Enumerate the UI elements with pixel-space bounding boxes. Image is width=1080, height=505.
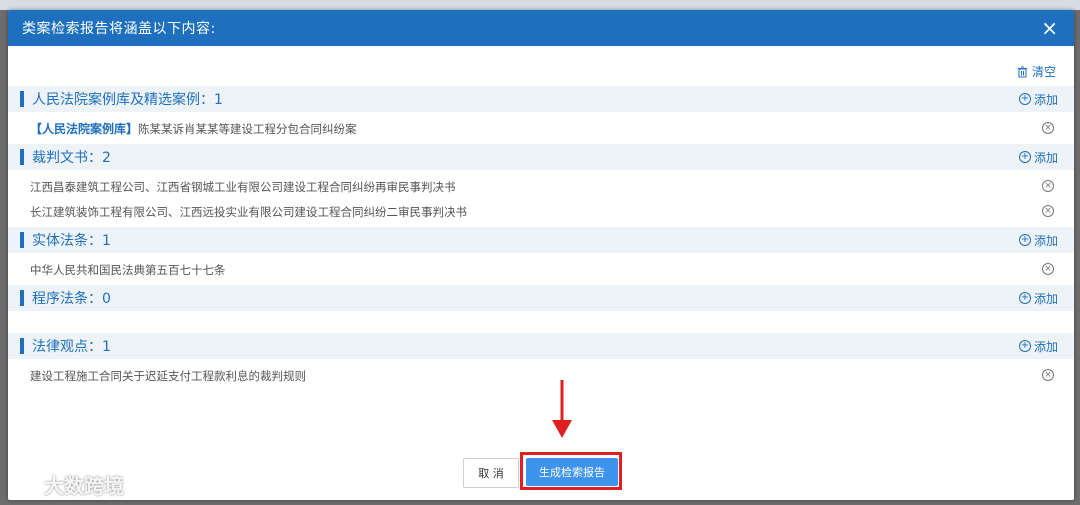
section-bar	[20, 91, 24, 107]
section-header: 实体法条：1 + 添加	[8, 227, 1074, 253]
remove-circle-icon[interactable]: ×	[1042, 262, 1054, 275]
add-button[interactable]: + 添加	[1018, 149, 1058, 166]
section-items: 建设工程施工合同关于迟延支付工程款利息的裁判规则 ×	[8, 359, 1074, 391]
add-label: 添加	[1033, 233, 1058, 248]
section-header: 人民法院案例库及精选案例：1 + 添加	[8, 86, 1074, 112]
sections-list: 人民法院案例库及精选案例：1 + 添加 【人民法院案例库】陈某某诉肖某某等建设工程分包…	[8, 86, 1074, 391]
add-label: 添加	[1033, 339, 1058, 354]
section-title-wrap: 实体法条：1	[20, 230, 111, 250]
remove-circle-icon[interactable]: ×	[1042, 368, 1054, 381]
modal-footer: 取 消 生成检索报告	[8, 450, 1074, 500]
section-title: 人民法院案例库及精选案例：1	[32, 92, 223, 108]
section-items	[8, 311, 1074, 333]
section-header: 程序法条：0 + 添加	[8, 285, 1074, 311]
section-items: 【人民法院案例库】陈某某诉肖某某等建设工程分包合同纠纷案 ×	[8, 112, 1074, 144]
add-label: 添加	[1033, 150, 1058, 165]
item-text: 长江建筑装饰工程有限公司、江西远投实业有限公司建设工程合同纠纷二审民事判决书	[30, 205, 467, 219]
watermark-text: 大数跨境	[44, 474, 124, 498]
watermark-logo-icon	[8, 475, 39, 493]
section-title: 法律观点：1	[32, 339, 111, 355]
item-text: 建设工程施工合同关于迟延支付工程款利息的裁判规则	[30, 369, 306, 383]
plus-circle-icon: +	[1018, 151, 1031, 163]
generate-report-button[interactable]: 生成检索报告	[526, 458, 618, 486]
add-button[interactable]: + 添加	[1018, 91, 1058, 108]
item-content: 江西昌泰建筑工程公司、江西省钢城工业有限公司建设工程合同纠纷再审民事判决书	[30, 176, 456, 195]
cancel-button[interactable]: 取 消	[463, 458, 519, 488]
item-text: 中华人民共和国民法典第五百七十七条	[30, 263, 226, 277]
close-icon[interactable]: ×	[1041, 18, 1058, 38]
page-backdrop	[0, 0, 1080, 10]
add-button[interactable]: + 添加	[1018, 232, 1058, 249]
item-text: 江西昌泰建筑工程公司、江西省钢城工业有限公司建设工程合同纠纷再审民事判决书	[30, 180, 456, 194]
item-content: 中华人民共和国民法典第五百七十七条	[30, 259, 226, 278]
list-item: 建设工程施工合同关于迟延支付工程款利息的裁判规则 ×	[8, 362, 1074, 387]
add-label: 添加	[1033, 92, 1058, 107]
section-header: 法律观点：1 + 添加	[8, 333, 1074, 359]
remove-circle-icon[interactable]: ×	[1042, 179, 1054, 192]
watermark: 大数跨境	[8, 470, 124, 499]
section-title-wrap: 人民法院案例库及精选案例：1	[20, 89, 223, 109]
item-content: 【人民法院案例库】陈某某诉肖某某等建设工程分包合同纠纷案	[30, 118, 357, 137]
section-items: 江西昌泰建筑工程公司、江西省钢城工业有限公司建设工程合同纠纷再审民事判决书 × 长江…	[8, 170, 1074, 227]
list-item: 江西昌泰建筑工程公司、江西省钢城工业有限公司建设工程合同纠纷再审民事判决书 ×	[8, 173, 1074, 198]
item-text: 陈某某诉肖某某等建设工程分包合同纠纷案	[138, 122, 357, 136]
section-title-wrap: 裁判文书：2	[20, 147, 111, 167]
item-tag[interactable]: 【人民法院案例库】	[30, 122, 138, 136]
remove-circle-icon[interactable]: ×	[1042, 121, 1054, 134]
list-item: 中华人民共和国民法典第五百七十七条 ×	[8, 256, 1074, 281]
section-title-wrap: 法律观点：1	[20, 336, 111, 356]
plus-circle-icon: +	[1018, 234, 1031, 246]
clear-row: 清空	[8, 46, 1074, 86]
plus-circle-icon: +	[1018, 292, 1031, 304]
add-button[interactable]: + 添加	[1018, 290, 1058, 307]
add-label: 添加	[1033, 291, 1058, 306]
item-content: 建设工程施工合同关于迟延支付工程款利息的裁判规则	[30, 365, 306, 384]
section-bar	[20, 290, 24, 306]
item-content: 长江建筑装饰工程有限公司、江西远投实业有限公司建设工程合同纠纷二审民事判决书	[30, 201, 467, 220]
clear-label: 清空	[1031, 65, 1056, 79]
plus-circle-icon: +	[1018, 93, 1031, 105]
section-bar	[20, 338, 24, 354]
section-title: 实体法条：1	[32, 233, 111, 249]
list-item: 长江建筑装饰工程有限公司、江西远投实业有限公司建设工程合同纠纷二审民事判决书 ×	[8, 198, 1074, 223]
remove-circle-icon[interactable]: ×	[1042, 204, 1054, 217]
section-items: 中华人民共和国民法典第五百七十七条 ×	[8, 253, 1074, 285]
report-modal: 类案检索报告将涵盖以下内容: × 清空 人民法院案例库及精选案例：1 + 添加 【人民…	[8, 10, 1074, 500]
section-title: 程序法条：0	[32, 291, 111, 307]
section-header: 裁判文书：2 + 添加	[8, 144, 1074, 170]
section-title: 裁判文书：2	[32, 150, 111, 166]
add-button[interactable]: + 添加	[1018, 338, 1058, 355]
section-bar	[20, 232, 24, 248]
trash-icon	[1017, 66, 1027, 77]
section-bar	[20, 149, 24, 165]
list-item: 【人民法院案例库】陈某某诉肖某某等建设工程分包合同纠纷案 ×	[8, 115, 1074, 140]
modal-title: 类案检索报告将涵盖以下内容:	[22, 21, 216, 37]
clear-button[interactable]: 清空	[1017, 63, 1056, 80]
plus-circle-icon: +	[1018, 340, 1031, 352]
modal-header: 类案检索报告将涵盖以下内容: ×	[8, 10, 1074, 46]
section-title-wrap: 程序法条：0	[20, 288, 111, 308]
